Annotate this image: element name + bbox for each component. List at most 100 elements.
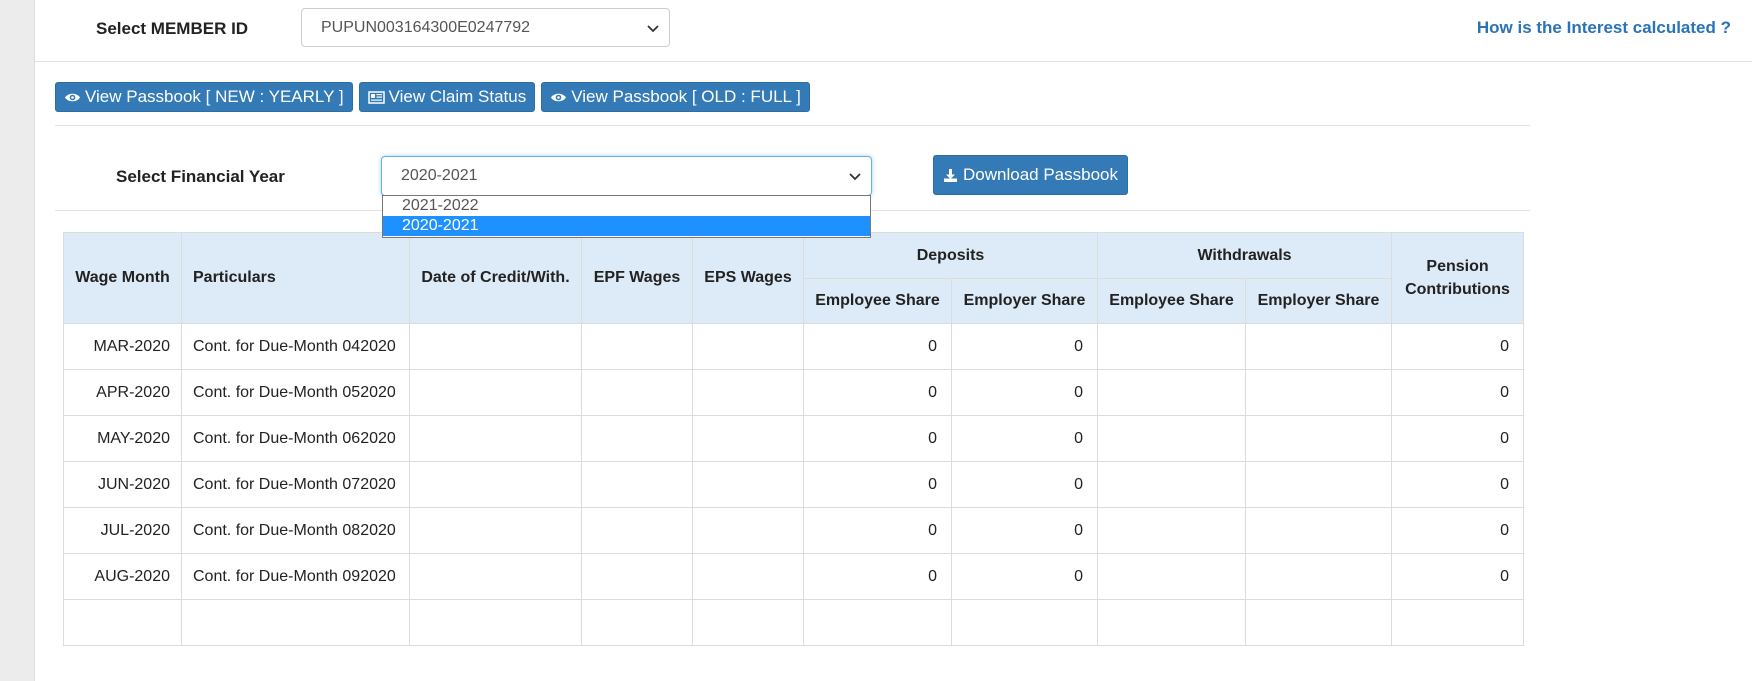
cell-eps-wages [692,553,804,600]
cell-deposit-employer: 0 [950,369,1099,416]
cell-pension: 0 [1391,415,1525,462]
cell-deposit-employee: 0 [803,553,952,600]
financial-year-select[interactable]: 2020-2021 [381,156,872,196]
view-claim-status-button[interactable]: View Claim Status [358,82,536,112]
view-passbook-old-label: View Passbook [ OLD : FULL ] [571,87,801,106]
cell-withdrawal-employee [1097,507,1247,554]
table-row: JUN-2020 Cont. for Due-Month 072020 0 0 … [63,461,1525,508]
view-passbook-new-button[interactable]: View Passbook [ NEW : YEARLY ] [55,82,353,112]
cell-epf-wages [581,323,693,370]
header-epf-wages: EPF Wages [581,232,693,324]
cell-deposit-employer: 0 [950,553,1099,600]
cell-particulars: Cont. for Due-Month 062020 [181,415,410,462]
table-row: JUL-2020 Cont. for Due-Month 082020 0 0 … [63,507,1525,554]
cell-particulars: Cont. for Due-Month 092020 [181,553,410,600]
passbook-buttons: View Passbook [ NEW : YEARLY ] View Clai… [55,82,816,112]
cell-date-credit [409,507,582,554]
cell-deposit-employee: 0 [803,415,952,462]
cell-date-credit [409,461,582,508]
download-passbook-label: Download Passbook [963,165,1118,184]
cell-withdrawal-employer [1245,461,1393,508]
cell-withdrawal-employee [1097,553,1247,600]
cell-epf-wages [581,415,693,462]
newspaper-icon [367,90,385,104]
cell-deposit-employee: 0 [803,323,952,370]
cell-epf-wages [581,507,693,554]
header-deposits: Deposits [802,232,1099,279]
eye-icon [65,93,80,101]
cell-eps-wages [692,369,804,416]
cell-eps-wages [692,461,804,508]
cell-pension: 0 [1391,553,1525,600]
table-row [63,599,1525,646]
download-passbook-button[interactable]: Download Passbook [933,155,1128,195]
eye-icon [551,93,567,101]
download-icon [944,168,957,182]
member-id-label: Select MEMBER ID [96,19,249,38]
header-pension: Pension Contributions [1391,232,1525,324]
cell-withdrawal-employer [1245,323,1393,370]
cell-withdrawal-employee [1097,461,1247,508]
cell-wage-month: APR-2020 [63,369,182,416]
year-option[interactable]: 2021-2022 [383,196,870,216]
cell-wage-month: JUN-2020 [63,461,182,508]
cell-wage-month: MAY-2020 [63,415,182,462]
header-eps-wages: EPS Wages [692,232,804,324]
cell-pension: 0 [1391,323,1525,370]
cell-epf-wages [581,553,693,600]
header-deposit-employer-share: Employer Share [950,278,1099,324]
header-date-credit: Date of Credit/With. [409,232,582,324]
view-passbook-old-button[interactable]: View Passbook [ OLD : FULL ] [541,82,810,112]
cell-date-credit [409,553,582,600]
cell-pension: 0 [1391,461,1525,508]
cell-particulars: Cont. for Due-Month 042020 [181,323,410,370]
cell-deposit-employee: 0 [803,461,952,508]
cell-deposit-employee: 0 [803,369,952,416]
cell-date-credit [409,369,582,416]
cell-date-credit [409,323,582,370]
interest-calculation-link[interactable]: How is the Interest calculated ? [1477,18,1731,38]
cell-withdrawal-employee [1097,323,1247,370]
cell-wage-month: JUL-2020 [63,507,182,554]
financial-year-value: 2020-2021 [401,167,478,184]
member-id-select[interactable]: PUPUN003164300E0247792 [301,8,670,47]
cell-eps-wages [692,415,804,462]
view-passbook-new-label: View Passbook [ NEW : YEARLY ] [85,87,344,106]
cell-particulars: Cont. for Due-Month 052020 [181,369,410,416]
cell-eps-wages [692,323,804,370]
header-wage-month: Wage Month [63,232,182,324]
member-bar: Select MEMBER ID PUPUN003164300E0247792 … [35,0,1752,62]
year-option-selected[interactable]: 2020-2021 [383,216,870,236]
view-claim-status-label: View Claim Status [388,87,527,106]
divider [55,125,1530,126]
cell-pension: 0 [1391,507,1525,554]
cell-wage-month: MAR-2020 [63,323,182,370]
cell-deposit-employer: 0 [950,507,1099,554]
cell-deposit-employer: 0 [950,461,1099,508]
cell-epf-wages [581,461,693,508]
header-particulars: Particulars [181,232,410,324]
cell-withdrawal-employer [1245,553,1393,600]
main-panel: Select MEMBER ID PUPUN003164300E0247792 … [34,0,1752,681]
cell-deposit-employee: 0 [803,507,952,554]
header-withdrawal-employer-share: Employer Share [1245,278,1393,324]
chevron-down-icon [849,173,861,181]
member-id-value: PUPUN003164300E0247792 [321,18,531,36]
table-row: MAY-2020 Cont. for Due-Month 062020 0 0 … [63,415,1525,462]
financial-year-dropdown: 2021-2022 2020-2021 [382,195,871,238]
cell-particulars: Cont. for Due-Month 072020 [181,461,410,508]
passbook-table: Wage Month Particulars Date of Credit/Wi… [63,232,1525,646]
cell-epf-wages [581,369,693,416]
cell-date-credit [409,415,582,462]
chevron-down-icon [647,24,659,32]
header-withdrawals: Withdrawals [1097,232,1393,279]
table-row: APR-2020 Cont. for Due-Month 052020 0 0 … [63,369,1525,416]
cell-deposit-employer: 0 [950,415,1099,462]
header-withdrawal-employee-share: Employee Share [1097,278,1247,324]
cell-withdrawal-employee [1097,415,1247,462]
financial-year-label: Select Financial Year [116,167,285,186]
table-row: MAR-2020 Cont. for Due-Month 042020 0 0 … [63,323,1525,370]
cell-withdrawal-employer [1245,369,1393,416]
table-row: AUG-2020 Cont. for Due-Month 092020 0 0 … [63,553,1525,600]
cell-particulars: Cont. for Due-Month 082020 [181,507,410,554]
